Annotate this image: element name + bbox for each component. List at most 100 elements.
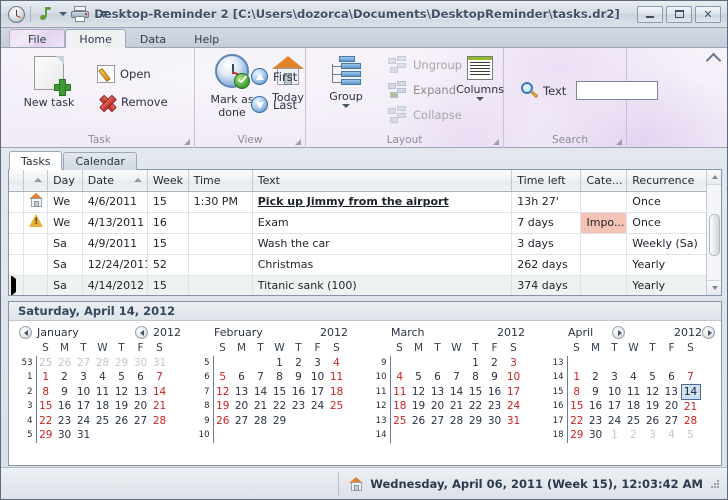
calendar-day[interactable]: [504, 428, 523, 443]
calendar-day[interactable]: [567, 356, 586, 371]
tab-help[interactable]: Help: [180, 29, 233, 48]
resize-grip[interactable]: [709, 478, 721, 490]
calendar-day[interactable]: [131, 428, 150, 443]
calendar-day[interactable]: 26: [409, 414, 428, 429]
calendar-day[interactable]: 26: [213, 414, 232, 429]
calendar-day[interactable]: 7: [681, 370, 700, 385]
calendar-day[interactable]: 17: [504, 385, 523, 400]
task-dialog-launcher-icon[interactable]: [183, 138, 190, 145]
calendar-day[interactable]: 16: [485, 385, 504, 400]
calendar-day[interactable]: 22: [270, 399, 289, 414]
calendar-day[interactable]: 12: [112, 385, 131, 400]
calendar-day[interactable]: 20: [428, 399, 447, 414]
calendar-day[interactable]: 29: [36, 428, 55, 443]
calendar-day[interactable]: 12: [409, 385, 428, 400]
calendar-day[interactable]: 21: [150, 399, 169, 414]
collapse-button[interactable]: Collapse: [388, 106, 462, 124]
calendar-day[interactable]: 13: [131, 385, 150, 400]
calendar-day[interactable]: [232, 356, 251, 371]
month-name[interactable]: February: [214, 326, 263, 339]
calendar-day[interactable]: 3: [308, 356, 327, 371]
calendar-day[interactable]: 2: [289, 356, 308, 371]
calendar-day[interactable]: 6: [662, 370, 681, 385]
column-header-text[interactable]: Text: [252, 170, 513, 192]
sound-dropdown-icon[interactable]: [56, 4, 69, 25]
calendar-day[interactable]: 19: [409, 399, 428, 414]
calendar-day[interactable]: 27: [131, 414, 150, 429]
calendar-day[interactable]: 28: [251, 414, 270, 429]
calendar-day[interactable]: 3: [643, 428, 662, 443]
calendar-day[interactable]: 3: [504, 356, 523, 371]
calendar-day[interactable]: [251, 356, 270, 371]
calendar-day[interactable]: 17: [74, 399, 93, 414]
view-dialog-launcher-icon[interactable]: [294, 138, 301, 145]
calendar-day[interactable]: 22: [36, 414, 55, 429]
calendar-day[interactable]: 28: [447, 414, 466, 429]
tab-data[interactable]: Data: [126, 29, 180, 48]
month-name[interactable]: April: [568, 326, 593, 339]
calendar-day[interactable]: 9: [55, 385, 74, 400]
calendar-day[interactable]: 24: [74, 414, 93, 429]
calendar-day[interactable]: 23: [586, 414, 605, 429]
calendar-day[interactable]: 18: [93, 399, 112, 414]
calendar-day[interactable]: 25: [624, 414, 643, 429]
calendar-day[interactable]: 24: [308, 399, 327, 414]
calendar-day[interactable]: 26: [55, 356, 74, 371]
calendar-day[interactable]: 2: [586, 370, 605, 385]
column-header-icon[interactable]: [23, 170, 49, 192]
calendar-day[interactable]: 29: [466, 414, 485, 429]
calendar-day[interactable]: 18: [390, 399, 409, 414]
calendar-day[interactable]: 7: [150, 370, 169, 385]
calendar-day[interactable]: [390, 428, 409, 443]
calendar-day[interactable]: 16: [586, 399, 605, 414]
calendar-day[interactable]: 15: [36, 399, 55, 414]
group-button[interactable]: Group: [316, 56, 376, 108]
column-header-marker[interactable]: [9, 170, 24, 192]
calendar-day[interactable]: [624, 356, 643, 371]
grid-vertical-scrollbar[interactable]: [706, 170, 721, 295]
calendar-day[interactable]: 2: [55, 370, 74, 385]
calendar-day[interactable]: [289, 414, 308, 429]
calendar-day[interactable]: 31: [504, 414, 523, 429]
group-dropdown-icon[interactable]: [342, 104, 350, 108]
calendar-day[interactable]: 11: [390, 385, 409, 400]
expand-button[interactable]: Expand: [388, 81, 456, 99]
calendar-day[interactable]: [428, 356, 447, 371]
table-row[interactable]: We 4/6/2011 15 1:30 PM Pick up Jimmy from th…: [9, 191, 721, 213]
calendar-day[interactable]: 9: [485, 370, 504, 385]
month-year[interactable]: 2012: [674, 326, 702, 339]
calendar-day[interactable]: [447, 428, 466, 443]
calendar-day[interactable]: 27: [232, 414, 251, 429]
calendar-day[interactable]: 10: [504, 370, 523, 385]
scrollbar-thumb[interactable]: [709, 214, 720, 256]
calendar-day[interactable]: 13: [232, 385, 251, 400]
calendar-day[interactable]: 31: [150, 356, 169, 371]
calendar-day[interactable]: 16: [55, 399, 74, 414]
next-year-button[interactable]: [702, 326, 715, 339]
calendar-day[interactable]: 3: [605, 370, 624, 385]
calendar-day[interactable]: 5: [409, 370, 428, 385]
calendar-day[interactable]: [213, 356, 232, 371]
layout-dialog-launcher-icon[interactable]: [492, 138, 499, 145]
calendar-day[interactable]: 2: [485, 356, 504, 371]
calendar-day[interactable]: 10: [74, 385, 93, 400]
calendar-day[interactable]: 5: [112, 370, 131, 385]
calendar-day[interactable]: [662, 356, 681, 371]
month-name[interactable]: January: [37, 326, 79, 339]
calendar-day[interactable]: 1: [270, 356, 289, 371]
calendar-day[interactable]: 10: [308, 370, 327, 385]
calendar-day[interactable]: [308, 414, 327, 429]
calendar-day[interactable]: 15: [270, 385, 289, 400]
columns-button[interactable]: Columns: [451, 56, 509, 101]
column-header-category[interactable]: Cate...: [580, 170, 628, 192]
calendar-day[interactable]: [232, 428, 251, 443]
calendar-day[interactable]: 21: [447, 399, 466, 414]
column-header-day[interactable]: Day: [47, 170, 83, 192]
column-header-time_left[interactable]: Time left: [511, 170, 582, 192]
calendar-day[interactable]: 23: [55, 414, 74, 429]
calendar-day[interactable]: 19: [643, 399, 662, 414]
calendar-day[interactable]: 5: [681, 428, 700, 443]
calendar-day[interactable]: 18: [327, 385, 346, 400]
calendar-day[interactable]: 1: [466, 356, 485, 371]
minimize-button[interactable]: [637, 5, 663, 23]
